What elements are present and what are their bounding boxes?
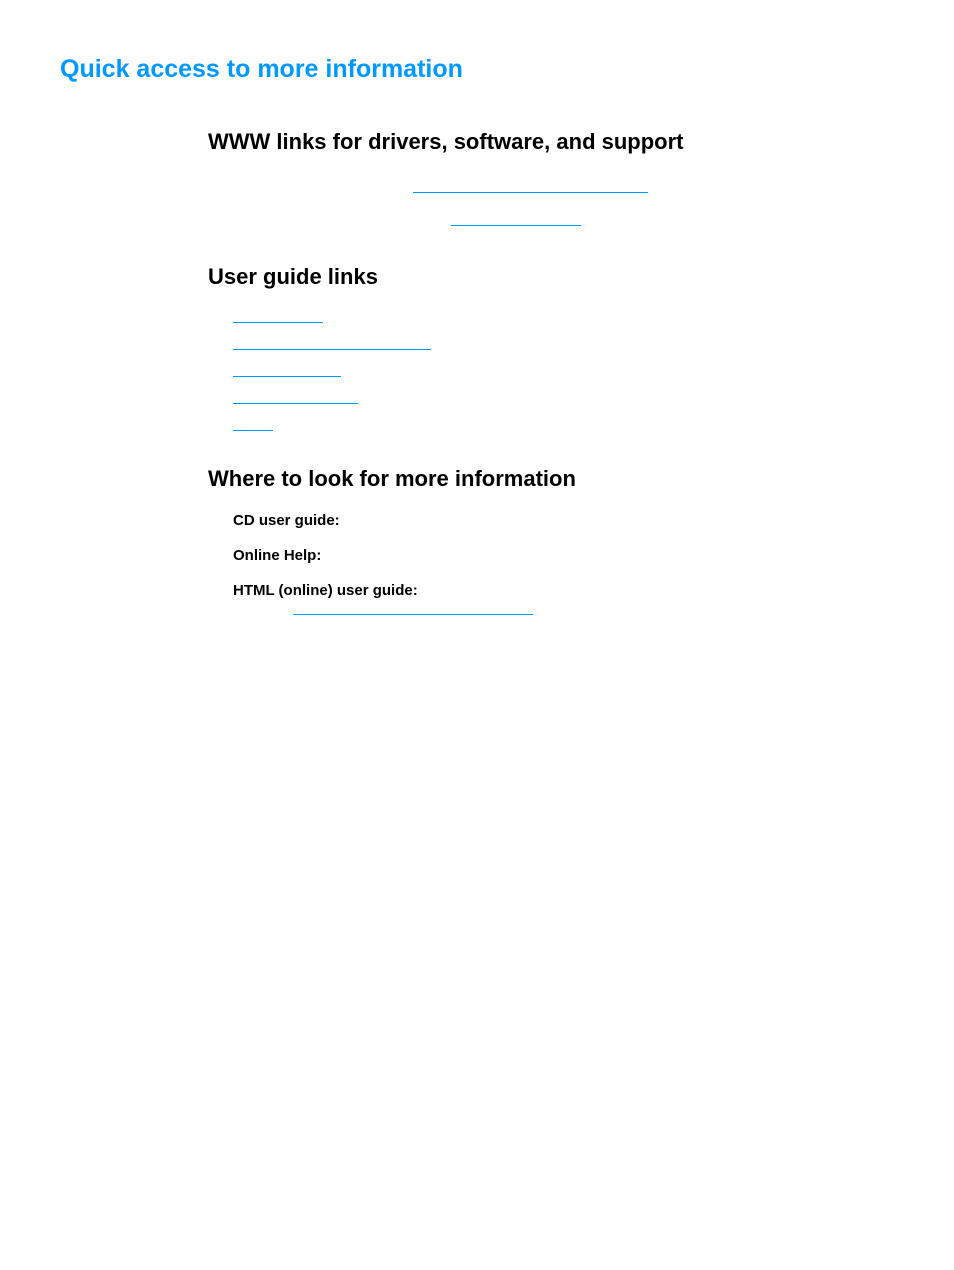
user-guide-heading: User guide links (208, 264, 894, 290)
content-block: WWW links for drivers, software, and sup… (208, 129, 894, 620)
html-guide-label: HTML (online) user guide: (233, 582, 418, 599)
online-help-label: Online Help: (233, 547, 894, 564)
guide-link-5[interactable] (233, 418, 894, 436)
www-link-1-wrapper (413, 175, 894, 202)
www-section-heading: WWW links for drivers, software, and sup… (208, 129, 894, 155)
guide-link-3[interactable] (233, 364, 894, 382)
www-link-2-wrapper (451, 208, 894, 235)
html-guide-row: HTML (online) user guide: (233, 582, 894, 600)
www-link-2[interactable] (451, 213, 581, 226)
guide-link-1[interactable] (233, 310, 894, 328)
page-title: Quick access to more information (60, 55, 894, 84)
www-link-1[interactable] (413, 180, 648, 193)
where-to-look-heading: Where to look for more information (208, 466, 894, 492)
guide-links-block (233, 310, 894, 436)
guide-link-2[interactable] (233, 337, 894, 355)
html-guide-link-row: Manuals (293, 602, 894, 620)
guide-link-4[interactable] (233, 391, 894, 409)
html-guide-link[interactable] (293, 602, 533, 615)
www-links-block (233, 175, 894, 234)
cd-user-guide-label: CD user guide: (233, 512, 894, 529)
